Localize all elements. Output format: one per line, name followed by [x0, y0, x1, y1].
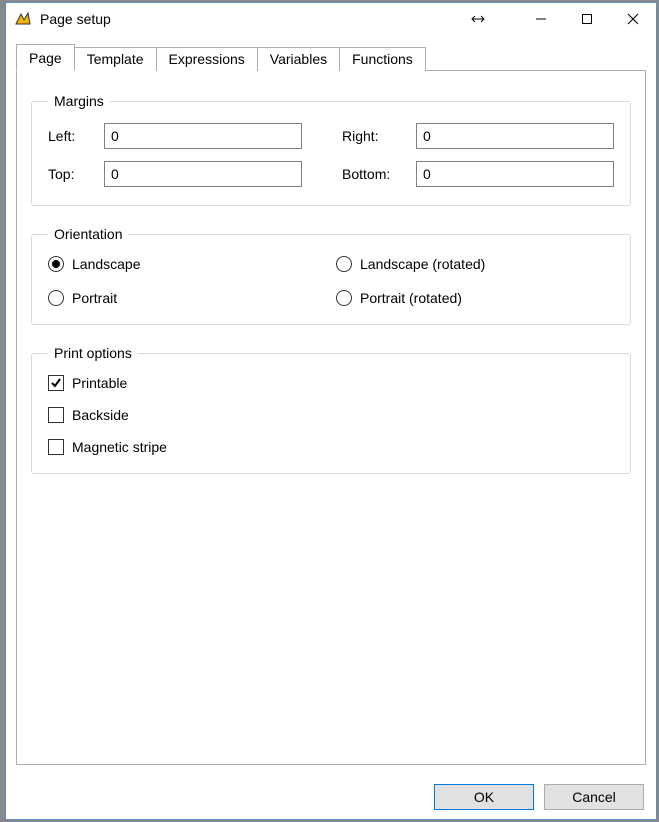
tab-template[interactable]: Template	[74, 47, 157, 71]
tab-expressions[interactable]: Expressions	[156, 47, 258, 71]
tab-label: Page	[29, 50, 62, 66]
radio-landscape-rotated[interactable]: Landscape (rotated)	[336, 256, 614, 272]
checkbox-icon	[48, 407, 64, 423]
orientation-grid: Landscape Landscape (rotated) Portrait P…	[48, 256, 614, 306]
window-title: Page setup	[40, 11, 111, 27]
button-label: OK	[474, 789, 494, 805]
checkbox-magnetic-stripe[interactable]: Magnetic stripe	[48, 439, 614, 455]
window-buttons	[518, 3, 656, 35]
checkbox-printable[interactable]: Printable	[48, 375, 614, 391]
checkbox-icon	[48, 375, 64, 391]
radio-portrait-rotated[interactable]: Portrait (rotated)	[336, 290, 614, 306]
radio-label: Landscape	[72, 256, 141, 272]
checkbox-label: Magnetic stripe	[72, 439, 167, 455]
label-margin-right: Right:	[342, 128, 416, 144]
group-margins: Margins Left: Right: Top: Bottom:	[31, 93, 631, 206]
dialog-footer: OK Cancel	[6, 775, 656, 819]
tab-label: Functions	[352, 51, 413, 67]
radio-landscape[interactable]: Landscape	[48, 256, 326, 272]
minimize-button[interactable]	[518, 3, 564, 35]
maximize-button[interactable]	[564, 3, 610, 35]
tab-label: Template	[87, 51, 144, 67]
label-margin-bottom: Bottom:	[342, 166, 416, 182]
input-margin-bottom[interactable]	[416, 161, 614, 187]
radio-icon	[336, 290, 352, 306]
app-icon	[14, 10, 32, 28]
group-print-options: Print options Printable Backside	[31, 345, 631, 474]
button-label: Cancel	[572, 789, 616, 805]
tab-label: Expressions	[169, 51, 245, 67]
radio-icon	[336, 256, 352, 272]
titlebar: Page setup	[6, 3, 656, 35]
radio-icon	[48, 256, 64, 272]
input-margin-left[interactable]	[104, 123, 302, 149]
move-icon	[468, 12, 488, 26]
close-button[interactable]	[610, 3, 656, 35]
checkbox-label: Printable	[72, 375, 127, 391]
content-area: Page Template Expressions Variables Func…	[6, 35, 656, 775]
group-margins-legend: Margins	[48, 93, 110, 109]
tab-label: Variables	[270, 51, 327, 67]
input-margin-right[interactable]	[416, 123, 614, 149]
input-margin-top[interactable]	[104, 161, 302, 187]
dialog-window: Page setup Page	[5, 2, 657, 820]
margins-grid: Left: Right: Top: Bottom:	[48, 123, 614, 187]
radio-label: Portrait	[72, 290, 117, 306]
label-margin-top: Top:	[48, 166, 104, 182]
tab-functions[interactable]: Functions	[339, 47, 426, 71]
ok-button[interactable]: OK	[434, 784, 534, 810]
tab-page[interactable]: Page	[16, 44, 75, 71]
radio-label: Landscape (rotated)	[360, 256, 485, 272]
checkbox-backside[interactable]: Backside	[48, 407, 614, 423]
tab-panel-page: Margins Left: Right: Top: Bottom: Orient…	[16, 70, 646, 765]
print-options-list: Printable Backside Magnetic stripe	[48, 375, 614, 455]
group-orientation-legend: Orientation	[48, 226, 128, 242]
checkbox-label: Backside	[72, 407, 129, 423]
tabstrip: Page Template Expressions Variables Func…	[16, 43, 646, 70]
radio-icon	[48, 290, 64, 306]
radio-label: Portrait (rotated)	[360, 290, 462, 306]
tab-variables[interactable]: Variables	[257, 47, 340, 71]
group-orientation: Orientation Landscape Landscape (rotated…	[31, 226, 631, 325]
group-print-options-legend: Print options	[48, 345, 138, 361]
radio-portrait[interactable]: Portrait	[48, 290, 326, 306]
cancel-button[interactable]: Cancel	[544, 784, 644, 810]
checkbox-icon	[48, 439, 64, 455]
label-margin-left: Left:	[48, 128, 104, 144]
